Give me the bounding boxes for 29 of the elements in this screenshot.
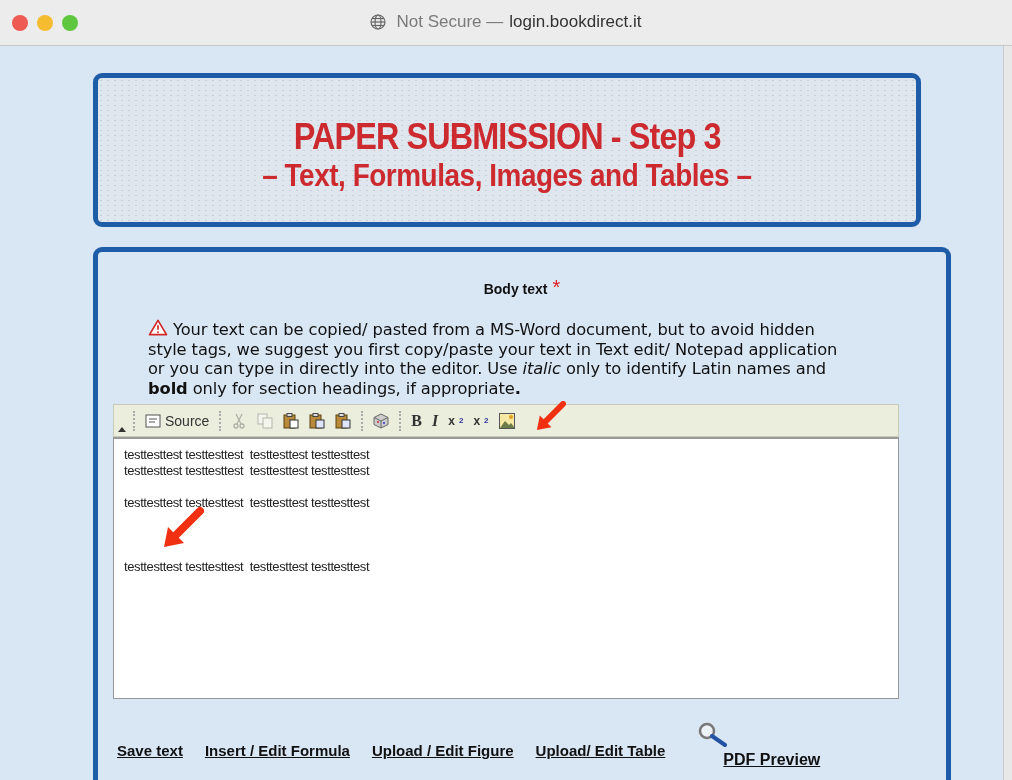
- collapse-icon[interactable]: [118, 427, 126, 432]
- source-button[interactable]: Source: [142, 408, 213, 433]
- action-link[interactable]: Upload / Edit Figure: [371, 742, 514, 759]
- italic-button[interactable]: I: [429, 408, 442, 433]
- field-label: Body text: [483, 281, 548, 297]
- bold-button[interactable]: B: [408, 408, 426, 433]
- action-link[interactable]: Save text: [117, 742, 183, 759]
- globe-icon: [370, 14, 387, 30]
- warning-icon: [148, 319, 168, 336]
- page-domain: login.bookdirect.it: [509, 12, 642, 32]
- page-subtitle: – Text, Formulas, Images and Tables –: [262, 158, 752, 194]
- document-icon: [145, 413, 161, 428]
- minimize-button[interactable]: [37, 14, 53, 31]
- editor-text-line: testtesttest testtesttest testtesttest testtesttest: [124, 463, 371, 479]
- close-button[interactable]: [12, 14, 28, 31]
- required-mark: *: [552, 276, 561, 299]
- zoom-button[interactable]: [62, 14, 78, 31]
- scrollbar[interactable]: [1003, 46, 1012, 780]
- editor-text-line: testtesttest testtesttest testtesttest testtesttest: [124, 559, 371, 575]
- pdf-preview-link[interactable]: PDF Preview: [723, 751, 821, 769]
- editor-text-line: testtesttest testtesttest testtesttest testtesttest: [124, 495, 371, 511]
- editor-text-line: testtesttest testtesttest testtesttest testtesttest: [124, 447, 371, 463]
- security-label: Not Secure —: [396, 12, 504, 32]
- notice-text: Your text can be copied/ pasted from a MS-Word document, but to avoid hidden style tags, we suggest you first copy/paste your text in Text edit/ Notepad application or you can type in directly into the editor. Use italic only to identify Latin names and bold only for section headings, if appropriate.: [148, 319, 839, 398]
- action-link[interactable]: Upload/ Edit Table: [535, 742, 666, 759]
- action-link[interactable]: Insert / Edit Formula: [204, 742, 350, 759]
- magnifier-icon: [697, 721, 728, 747]
- superscript-button[interactable]: x $^{2}$: [470, 408, 492, 433]
- page-title: PAPER SUBMISSION - Step 3: [293, 116, 721, 158]
